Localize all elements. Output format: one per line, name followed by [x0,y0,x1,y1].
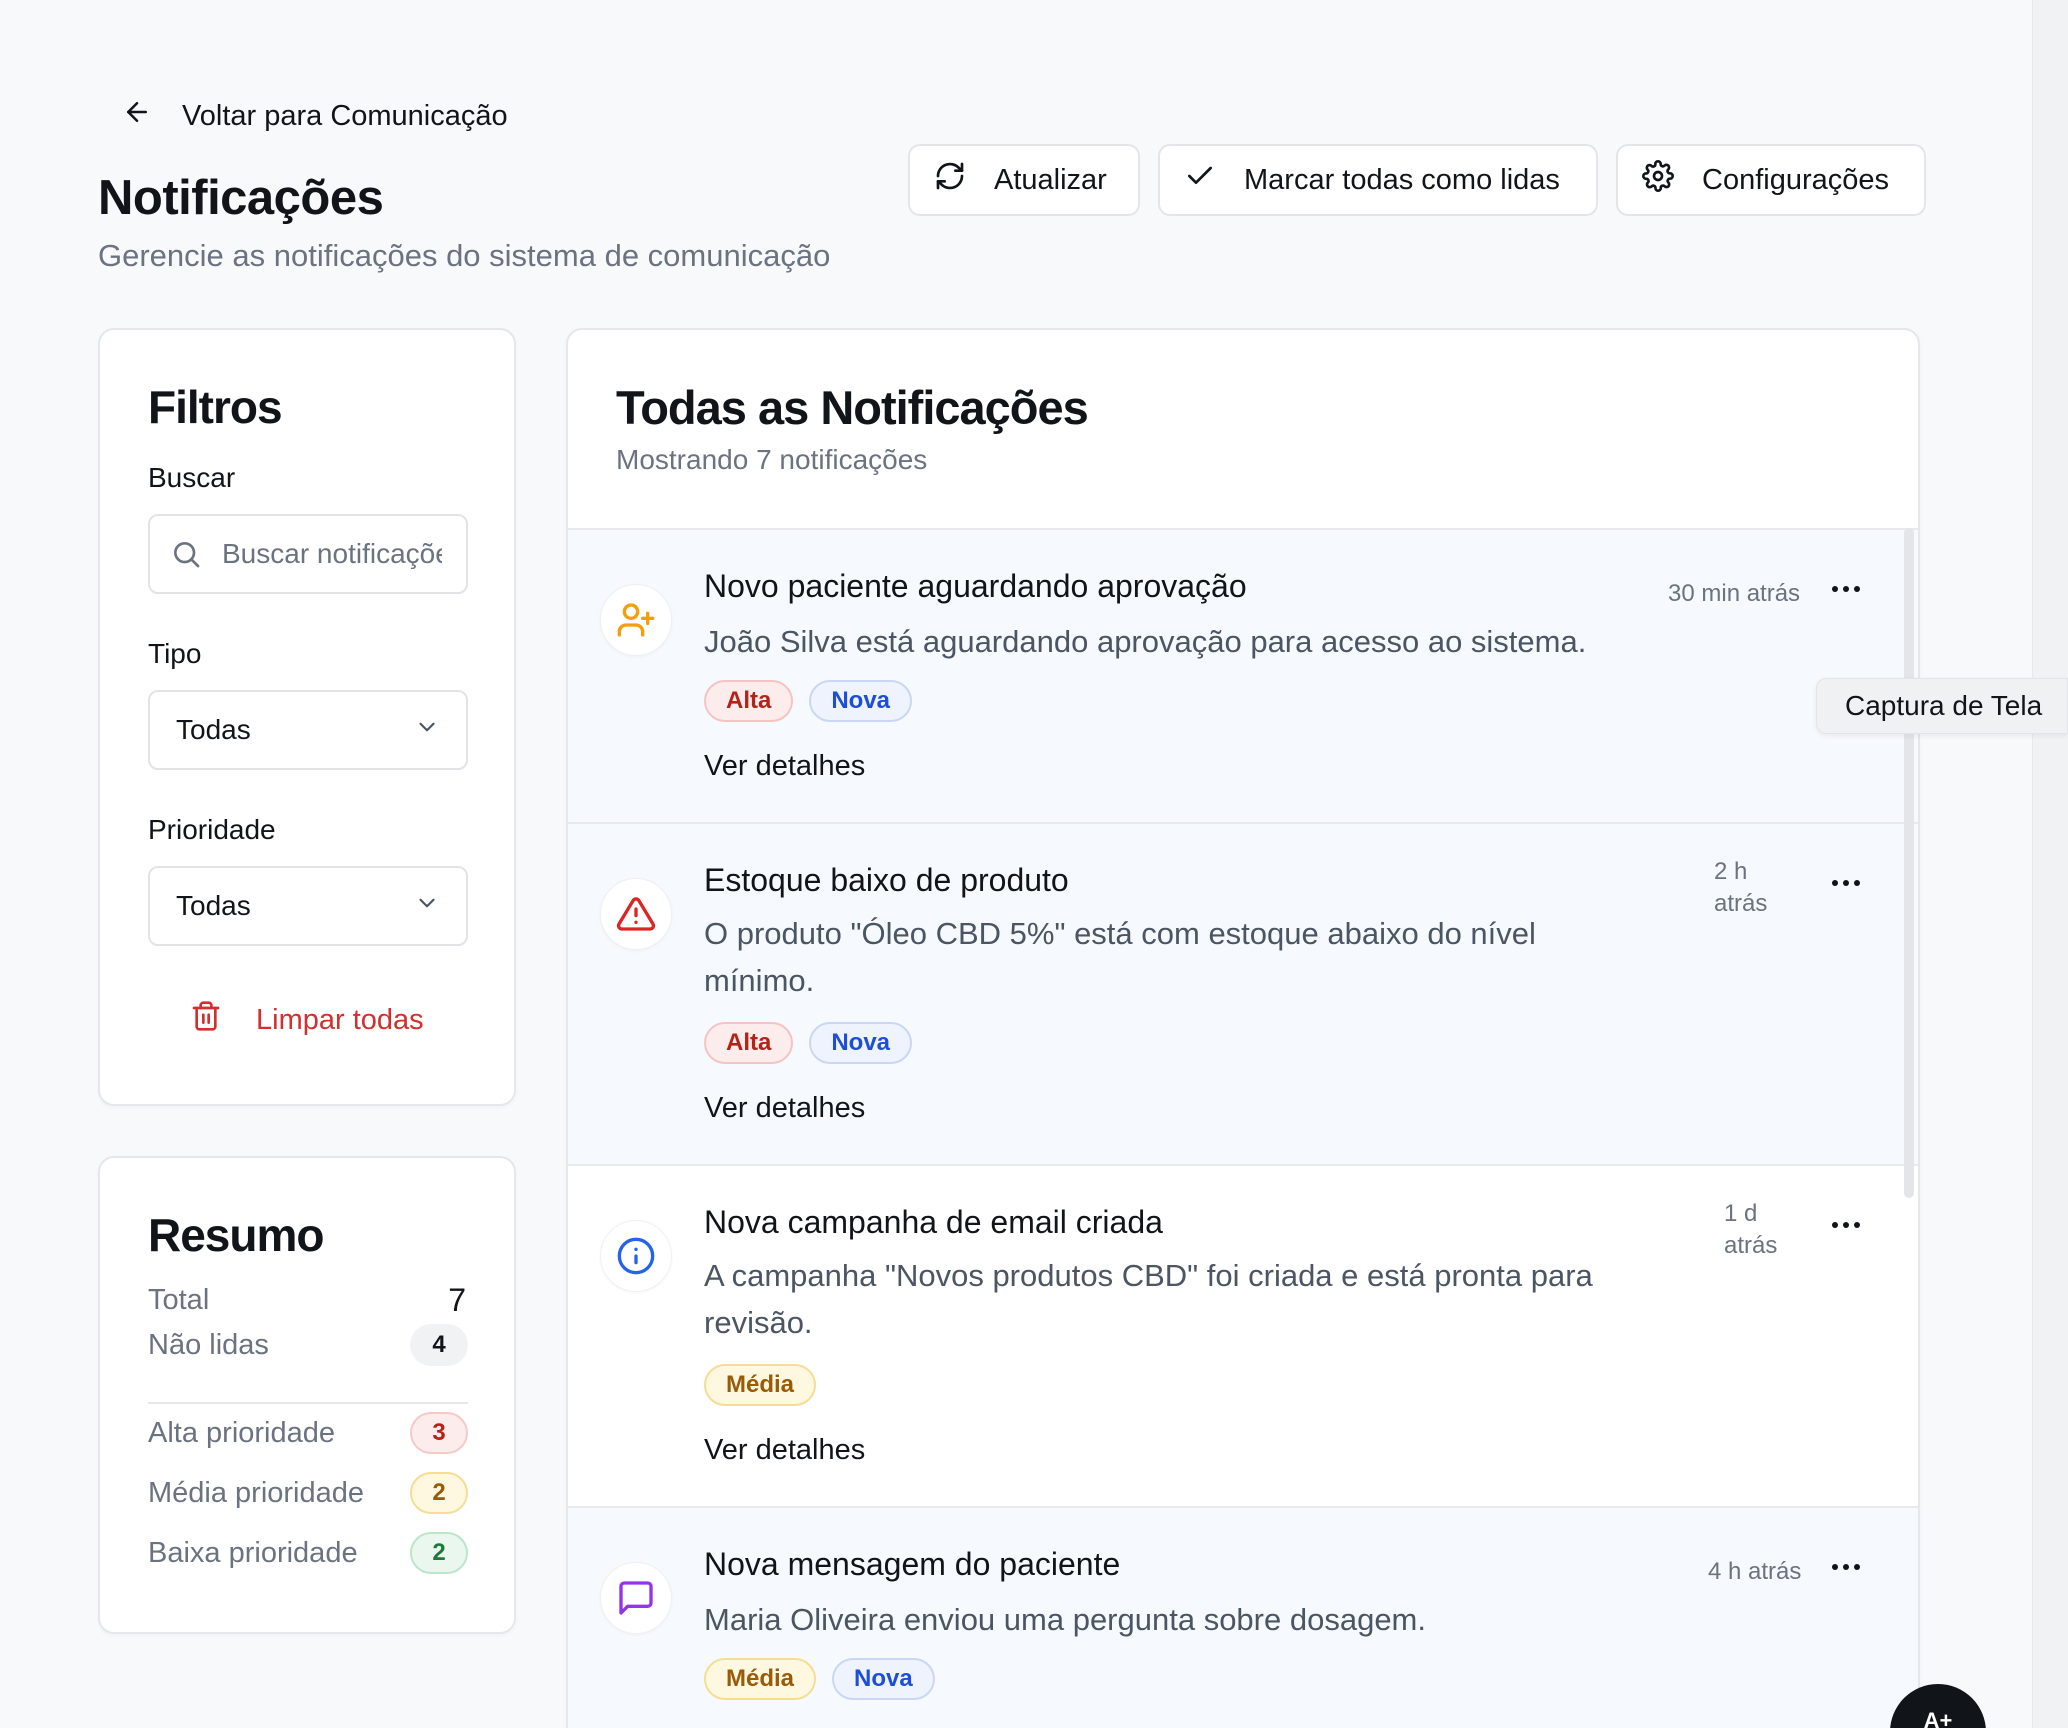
screenshot-tooltip: Captura de Tela [1816,678,2068,734]
summary-low-label: Baixa prioridade [148,1536,358,1569]
clear-all-button[interactable]: Limpar todas [190,1000,424,1040]
chevron-down-icon [414,714,440,747]
check-icon [1184,160,1216,200]
notification-body: João Silva está aguardando aprovação par… [704,624,1587,659]
info-circle-icon [600,1220,672,1292]
search-label: Buscar [148,462,236,493]
settings-button[interactable]: Configurações [1616,144,1926,216]
notifications-card: Todas as Notificações Mostrando 7 notifi… [566,328,1920,1728]
notification-time: 1 d atrás [1724,1198,1777,1262]
status-tag: Nova [809,680,913,722]
summary-total-row: Total 7 [148,1282,468,1319]
view-details-link[interactable]: Ver detalhes [704,1434,865,1467]
summary-total-label: Total [148,1284,210,1316]
summary-title: Resumo [148,1209,324,1261]
notification-time-line2: atrás [1714,890,1768,917]
summary-low-row: Baixa prioridade 2 [148,1532,468,1574]
notification-time-line1: 1 d [1724,1200,1758,1227]
status-tag: Nova [809,1022,913,1064]
summary-low-count: 2 [410,1532,468,1574]
summary-total-value: 7 [448,1282,466,1318]
summary-medium-row: Média prioridade 2 [148,1472,468,1514]
summary-high-count: 3 [410,1412,468,1454]
summary-unread-label: Não lidas [148,1328,269,1361]
page-scrollbar[interactable] [2032,0,2068,1728]
notifications-title: Todas as Notificações [616,381,1089,434]
settings-button-label: Configurações [1702,163,1889,196]
notification-tags: Média Nova [704,1658,935,1700]
filters-card: Filtros Buscar Tipo Todas Prioridade Tod… [98,328,516,1106]
notification-title: Nova campanha de email criada [704,1204,1163,1240]
refresh-icon [934,160,966,200]
priority-select[interactable]: Todas [148,866,468,946]
notification-body: O produto "Óleo CBD 5%" está com estoque… [704,916,1536,998]
warning-triangle-icon [600,878,672,950]
more-options-icon[interactable] [1824,1210,1868,1240]
summary-medium-label: Média prioridade [148,1476,365,1509]
priority-tag: Média [704,1658,817,1700]
refresh-button[interactable]: Atualizar [908,144,1140,216]
back-to-communication-link[interactable]: Voltar para Comunicação [122,96,508,136]
arrow-left-icon [122,97,152,135]
trash-icon [190,1000,222,1040]
notification-item[interactable]: Estoque baixo de produto 2 h atrás O pro… [568,822,1918,1164]
page-title: Notificações [98,171,384,225]
summary-divider [148,1402,468,1404]
status-tag: Nova [832,1658,935,1700]
notification-title: Novo paciente aguardando aprovação [704,568,1247,604]
priority-tag: Alta [704,680,794,722]
notification-list-scrollbar[interactable] [1904,528,1914,1198]
notification-tags: Alta Nova [704,1022,913,1064]
notification-tags: Média [704,1364,817,1406]
notification-time: 4 h atrás [1708,1558,1802,1585]
notification-time-line2: atrás [1724,1232,1778,1259]
view-details-link[interactable]: Ver detalhes [704,1092,865,1125]
message-square-icon [600,1562,672,1634]
refresh-button-label: Atualizar [994,163,1107,196]
page-subtitle: Gerencie as notificações do sistema de c… [98,238,831,273]
search-field[interactable] [148,514,468,594]
clear-all-label: Limpar todas [256,1003,424,1036]
priority-tag: Média [704,1364,817,1406]
priority-tag: Alta [704,1022,794,1064]
search-input[interactable] [222,538,442,570]
type-label: Tipo [148,638,202,669]
summary-unread-row: Não lidas 4 [148,1324,468,1366]
summary-high-row: Alta prioridade 3 [148,1412,468,1454]
notification-list: Novo paciente aguardando aprovação 30 mi… [568,528,1918,1728]
notification-item[interactable]: Novo paciente aguardando aprovação 30 mi… [568,528,1918,822]
header-toolbar: Atualizar Marcar todas como lidas Config… [908,144,1926,216]
search-icon [150,538,222,570]
filters-title: Filtros [148,381,283,433]
notification-time: 2 h atrás [1714,856,1767,920]
more-options-icon[interactable] [1824,574,1868,604]
summary-high-label: Alta prioridade [148,1416,335,1449]
mark-all-read-button[interactable]: Marcar todas como lidas [1158,144,1598,216]
type-select[interactable]: Todas [148,690,468,770]
back-link-label: Voltar para Comunicação [182,99,508,132]
priority-label: Prioridade [148,814,276,845]
user-plus-icon [600,584,672,656]
notification-time-line1: 2 h [1714,858,1748,885]
notification-body: Maria Oliveira enviou uma pergunta sobre… [704,1602,1426,1637]
more-options-icon[interactable] [1824,868,1868,898]
notification-title: Estoque baixo de produto [704,862,1069,898]
notification-time: 30 min atrás [1668,580,1801,607]
notification-body: A campanha "Novos produtos CBD" foi cria… [704,1258,1593,1340]
summary-medium-count: 2 [410,1472,468,1514]
gear-icon [1642,160,1674,200]
notifications-count-text: Mostrando 7 notificações [616,444,928,475]
view-details-link[interactable]: Ver detalhes [704,750,865,783]
notification-item[interactable]: Nova mensagem do paciente 4 h atrás Mari… [568,1506,1918,1728]
priority-select-value: Todas [176,890,251,921]
notification-title: Nova mensagem do paciente [704,1546,1121,1582]
summary-unread-count: 4 [410,1324,468,1366]
mark-all-read-label: Marcar todas como lidas [1244,163,1560,196]
type-select-value: Todas [176,714,251,745]
summary-card: Resumo Total 7 Não lidas 4 Alta priorida… [98,1156,516,1634]
notification-item[interactable]: Nova campanha de email criada 1 d atrás … [568,1164,1918,1506]
notification-tags: Alta Nova [704,680,913,722]
more-options-icon[interactable] [1824,1552,1868,1582]
chevron-down-icon [414,890,440,923]
